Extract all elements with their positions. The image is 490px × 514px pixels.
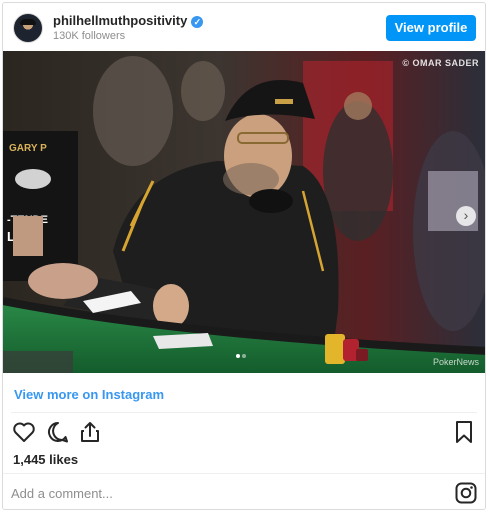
follower-count: 130K followers [53,30,126,42]
carousel-dot [242,354,246,358]
share-icon[interactable] [77,419,103,445]
post-photo[interactable]: GARY P -TENDE LAY [3,51,485,373]
action-bar [11,419,477,445]
poker-photo-illustration: GARY P -TENDE LAY [3,51,485,373]
view-more-on-instagram-link[interactable]: View more on Instagram [14,387,164,402]
profile-avatar[interactable] [13,13,43,43]
verified-badge-icon: ✓ [191,16,204,28]
bookmark-icon[interactable] [451,419,477,445]
view-profile-button[interactable]: View profile [386,15,476,41]
pokernews-watermark: PokerNews [432,357,479,367]
chevron-right-icon[interactable]: › [456,206,476,226]
username-link[interactable]: philhellmuthpositivity ✓ [53,13,204,28]
username-text[interactable]: philhellmuthpositivity [53,13,187,28]
carousel-indicator [235,345,247,363]
add-comment-input[interactable] [11,484,391,502]
instagram-embed-card: philhellmuthpositivity ✓ 130K followers V… [2,2,486,510]
photo-credit: © OMAR SADER [402,58,479,68]
carousel-dot-active [236,354,240,358]
like-count[interactable]: 1,445 likes [13,452,78,467]
divider [11,412,477,413]
heart-icon[interactable] [11,419,37,445]
instagram-icon[interactable] [455,482,477,504]
comment-icon[interactable] [45,419,71,445]
post-header: philhellmuthpositivity ✓ 130K followers V… [3,3,485,51]
svg-text:GARY P: GARY P [9,143,47,154]
comment-row [3,473,485,509]
